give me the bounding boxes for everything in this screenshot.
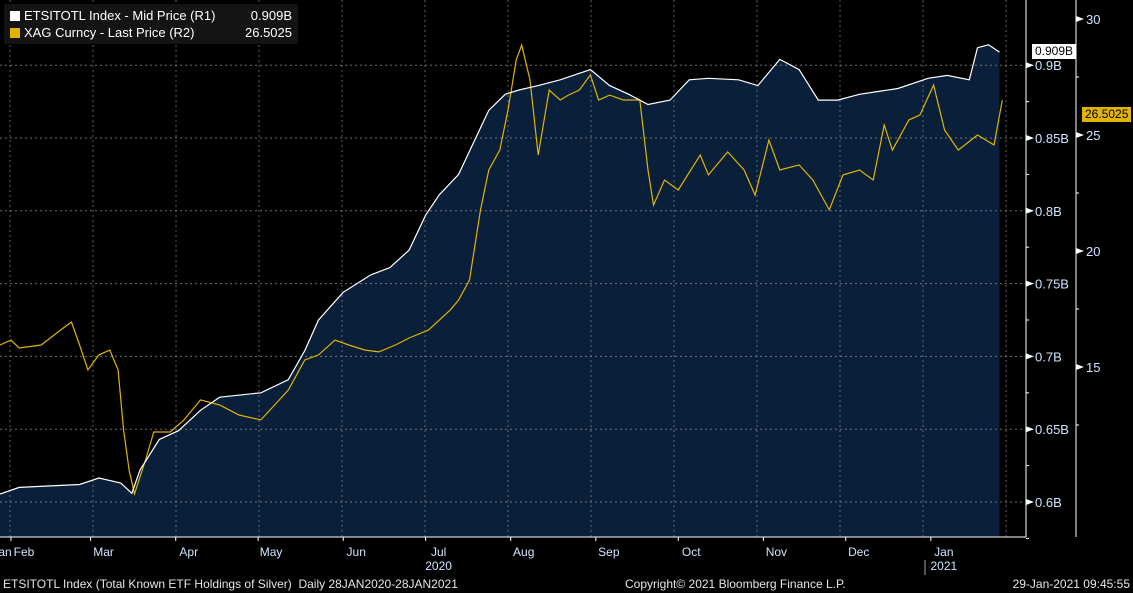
- footer-timestamp: 29-Jan-2021 09:45:55: [1012, 577, 1130, 591]
- r1-tick: [1026, 207, 1034, 214]
- x-tick-label: Apr: [179, 545, 198, 559]
- r1-tick: [1026, 426, 1034, 433]
- x-tick-label: May: [260, 545, 283, 559]
- legend-label: ETSITOTL Index - Mid Price (R1): [24, 8, 216, 23]
- x-tick-label: Dec: [848, 545, 869, 559]
- footer-description: ETSITOTL Index (Total Known ETF Holdings…: [3, 577, 458, 591]
- r2-tick: [1076, 364, 1084, 370]
- r2-tick: [1076, 248, 1084, 254]
- legend-item-xag[interactable]: XAG Curncy - Last Price (R2) 26.5025: [10, 24, 292, 41]
- legend-value: 26.5025: [245, 25, 292, 40]
- x-tick-label: Jan: [0, 545, 12, 559]
- year-label: 2021: [931, 559, 958, 573]
- year-label: 2020: [425, 559, 452, 573]
- r1-tick-label: 0.6B: [1035, 495, 1062, 510]
- x-tick-label: Mar: [93, 545, 114, 559]
- x-tick-label: Sep: [598, 545, 620, 559]
- etf-area-fill: [0, 44, 1000, 538]
- legend-swatch: [10, 27, 20, 38]
- legend: ETSITOTL Index - Mid Price (R1) 0.909B X…: [4, 4, 298, 44]
- x-tick-label: Nov: [766, 545, 787, 559]
- r2-tick: [1076, 16, 1084, 22]
- x-tick-label: Oct: [682, 545, 701, 559]
- r2-tick-label: 15: [1086, 360, 1100, 375]
- r1-tick: [1026, 499, 1034, 505]
- r1-tick-label: 0.75B: [1035, 277, 1069, 292]
- footer-copyright: Copyright© 2021 Bloomberg Finance L.P.: [625, 577, 846, 591]
- x-tick-label: Jul: [431, 545, 446, 559]
- x-tick-label: Jun: [347, 545, 366, 559]
- r2-tick-label: 25: [1086, 128, 1100, 143]
- x-tick-label: Feb: [14, 545, 35, 559]
- last-value-tag-xag: 26.5025: [1082, 107, 1132, 122]
- chart: 0.6B 0.65B 0.7B 0.75B 0.8B 0.85B 0.9B 15 20 25 30 J…: [0, 0, 1100, 575]
- r1-tick-label: 0.9B: [1035, 58, 1062, 73]
- last-value-tag-etf: 0.909B: [1032, 44, 1077, 59]
- legend-label: XAG Curncy - Last Price (R2): [24, 25, 195, 40]
- r1-tick-label: 0.85B: [1035, 131, 1069, 146]
- r1-tick-label: 0.65B: [1035, 422, 1069, 437]
- legend-swatch: [10, 10, 20, 21]
- r1-tick: [1026, 135, 1034, 141]
- x-tick-label: Jan: [934, 545, 953, 559]
- legend-item-etf[interactable]: ETSITOTL Index - Mid Price (R1) 0.909B: [10, 7, 292, 24]
- r1-tick-label: 0.7B: [1035, 349, 1062, 364]
- r1-tick-label: 0.8B: [1035, 204, 1062, 219]
- r2-tick: [1076, 132, 1084, 138]
- r1-tick: [1026, 353, 1034, 360]
- r1-tick: [1026, 62, 1034, 69]
- legend-value: 0.909B: [250, 8, 292, 23]
- r2-tick-label: 30: [1086, 12, 1100, 27]
- r1-tick: [1026, 280, 1034, 287]
- r2-tick-label: 20: [1086, 244, 1100, 259]
- x-tick-label: Aug: [513, 545, 534, 559]
